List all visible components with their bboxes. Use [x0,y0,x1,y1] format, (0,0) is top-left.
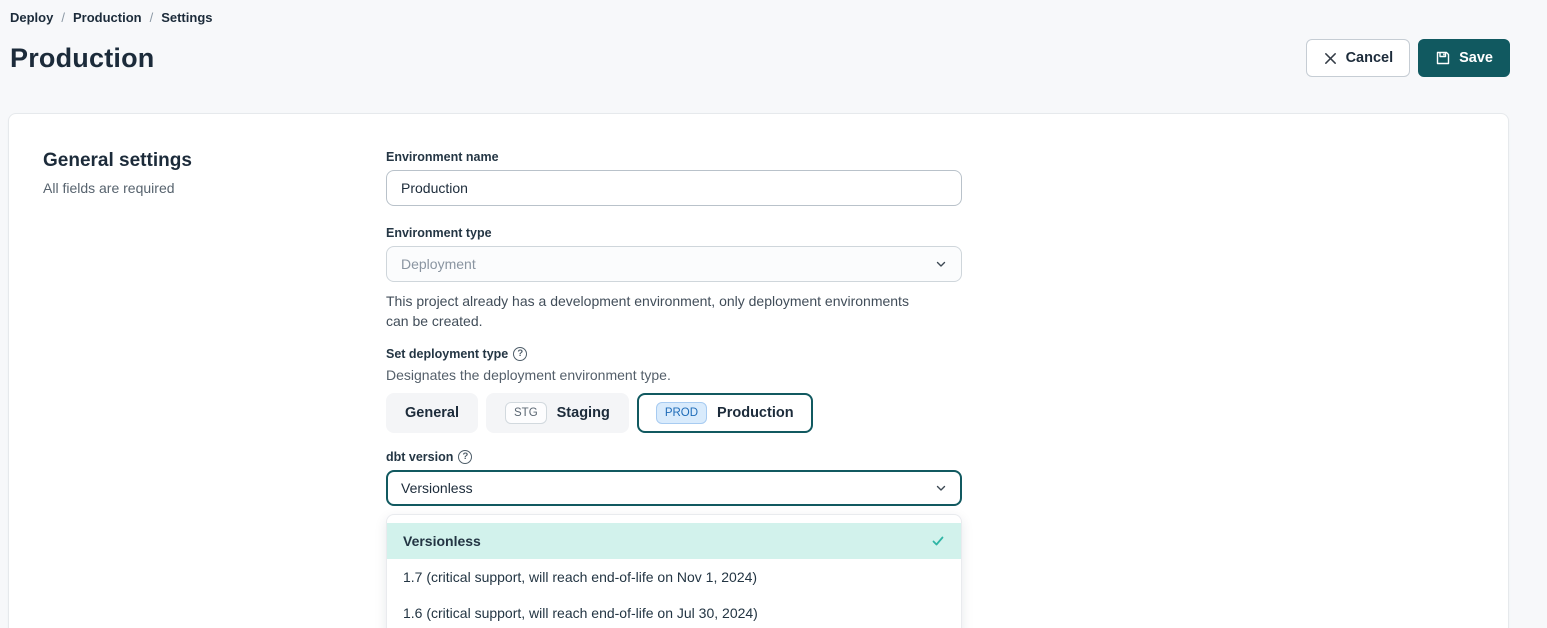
environment-name-label: Environment name [386,150,962,164]
environment-type-select[interactable]: Deployment [386,246,962,282]
deployment-type-description: Designates the deployment environment ty… [386,367,962,383]
breadcrumb: Deploy / Production / Settings [0,0,1547,25]
page: Deploy / Production / Settings Productio… [0,0,1547,628]
deployment-type-production-label: Production [717,405,794,421]
environment-type-helper: This project already has a development e… [386,291,931,331]
environment-name-input[interactable] [386,170,962,206]
dbt-version-label: dbt version [386,450,453,464]
environment-type-label: Environment type [386,226,962,240]
section-subtitle: All fields are required [43,180,386,196]
dbt-version-option-1-7[interactable]: 1.7 (critical support, will reach end-of… [387,559,961,595]
chevron-down-icon [935,482,947,494]
check-icon [931,534,945,548]
deployment-type-general-button[interactable]: General [386,393,478,433]
save-button-label: Save [1459,50,1493,66]
dbt-version-value: Versionless [401,480,473,496]
breadcrumb-production[interactable]: Production [73,10,142,25]
staging-badge: STG [505,402,547,424]
deployment-type-general-label: General [405,405,459,421]
deployment-type-options: General STG Staging PROD Production [386,393,962,433]
cancel-button[interactable]: Cancel [1306,39,1411,77]
section-info: General settings All fields are required [43,150,386,628]
deployment-type-production-button[interactable]: PROD Production [637,393,813,433]
breadcrumb-deploy[interactable]: Deploy [10,10,53,25]
option-label: 1.6 (critical support, will reach end-of… [403,605,758,621]
page-header: Production Cancel Save [0,25,1547,77]
cancel-button-label: Cancel [1346,50,1394,66]
general-settings-card: General settings All fields are required… [8,113,1509,628]
help-icon[interactable]: ? [458,450,472,464]
dbt-version-dropdown-menu: Versionless 1.7 (critical support, will … [386,514,962,628]
breadcrumb-separator: / [150,10,154,25]
settings-form: Environment name Environment type Deploy… [386,150,962,628]
environment-type-value: Deployment [401,256,476,272]
deployment-type-label: Set deployment type [386,347,508,361]
dbt-version-option-1-6[interactable]: 1.6 (critical support, will reach end-of… [387,595,961,628]
option-label: 1.7 (critical support, will reach end-of… [403,569,757,585]
chevron-down-icon [935,258,947,270]
dbt-version-option-versionless[interactable]: Versionless [387,523,961,559]
help-icon[interactable]: ? [513,347,527,361]
section-title: General settings [43,150,386,172]
deployment-type-staging-button[interactable]: STG Staging [486,393,629,433]
production-badge: PROD [656,402,707,424]
breadcrumb-settings[interactable]: Settings [161,10,212,25]
save-icon [1435,50,1451,66]
option-label: Versionless [403,533,481,549]
breadcrumb-separator: / [61,10,65,25]
page-title: Production [10,43,155,74]
dbt-version-select[interactable]: Versionless [386,470,962,506]
save-button[interactable]: Save [1418,39,1510,77]
deployment-type-staging-label: Staging [557,405,610,421]
close-icon [1323,51,1338,66]
header-actions: Cancel Save [1306,39,1510,77]
